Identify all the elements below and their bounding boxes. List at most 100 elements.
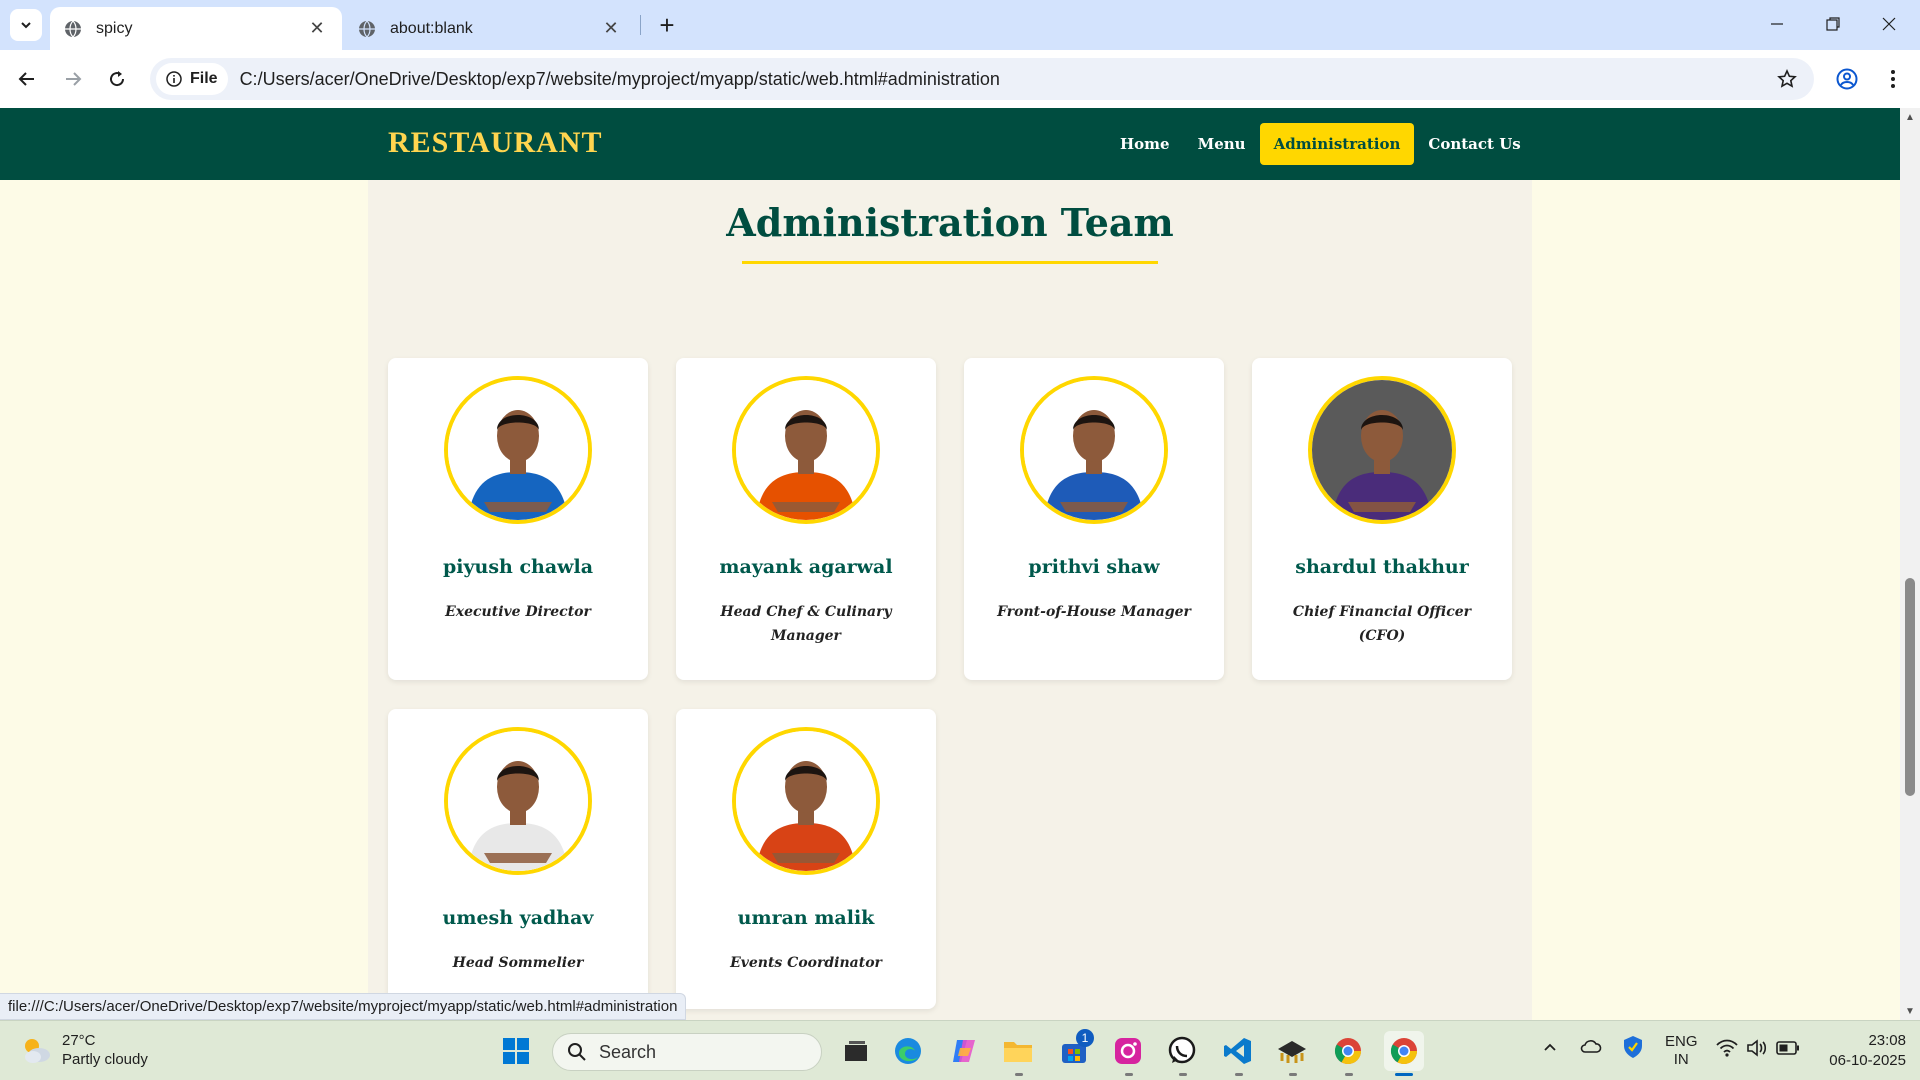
- member-name: umran malik: [737, 907, 875, 929]
- instagram-icon: [1115, 1038, 1141, 1064]
- clock-date: 06-10-2025: [1829, 1052, 1906, 1069]
- star-icon: [1777, 69, 1797, 88]
- tray-wifi[interactable]: [1716, 1039, 1738, 1061]
- close-window-button[interactable]: [1864, 8, 1914, 40]
- reload-button[interactable]: [100, 62, 134, 96]
- more-vertical-icon: [1891, 70, 1895, 88]
- brand-logo[interactable]: RESTAURANT: [388, 126, 602, 160]
- taskbar-vscode[interactable]: [1218, 1031, 1258, 1071]
- info-icon: [166, 71, 182, 87]
- weather-widget[interactable]: 27°C Partly cloudy: [20, 1031, 148, 1069]
- windows-icon: [503, 1038, 529, 1064]
- battery-icon: [1776, 1041, 1799, 1055]
- nav-menu[interactable]: Menu: [1184, 123, 1260, 165]
- member-photo: [732, 376, 880, 524]
- scroll-down-arrow[interactable]: ▼: [1904, 1006, 1916, 1018]
- running-indicator: [1179, 1073, 1187, 1076]
- folder-icon: [1004, 1042, 1032, 1062]
- scroll-up-arrow[interactable]: ▲: [1904, 112, 1916, 124]
- restore-button[interactable]: [1808, 8, 1858, 40]
- taskbar-chrome[interactable]: [1328, 1031, 1368, 1071]
- scroll-thumb[interactable]: [1905, 578, 1915, 796]
- profile-button[interactable]: [1830, 62, 1864, 96]
- more-menu-button[interactable]: [1876, 62, 1910, 96]
- minimize-icon: [1771, 23, 1783, 25]
- member-role: Front-of-House Manager: [997, 604, 1191, 620]
- member-role: Head Sommelier: [452, 955, 584, 971]
- chevron-down-icon: [21, 22, 31, 29]
- close-icon[interactable]: ✕: [600, 18, 622, 40]
- nav-contact-us[interactable]: Contact Us: [1414, 123, 1534, 165]
- close-icon: [1882, 17, 1896, 31]
- chrome-icon: [1334, 1038, 1362, 1065]
- nav-home[interactable]: Home: [1106, 123, 1184, 165]
- team-member-card: umran malik Events Coordinator: [676, 709, 936, 1009]
- close-icon[interactable]: ✕: [306, 18, 328, 40]
- tray-overflow[interactable]: [1542, 1039, 1558, 1059]
- site-menu: Home Menu Administration Contact Us: [1106, 123, 1535, 165]
- taskbar-copilot[interactable]: [944, 1031, 984, 1071]
- address-bar[interactable]: File C:/Users/acer/OneDrive/Desktop/exp7…: [150, 58, 1814, 100]
- taskbar-app-m[interactable]: [1272, 1031, 1312, 1071]
- taskbar-store[interactable]: 1: [1054, 1029, 1094, 1071]
- tray-security[interactable]: [1622, 1035, 1644, 1063]
- weather-desc: Partly cloudy: [62, 1051, 148, 1068]
- taskbar-file-explorer[interactable]: [998, 1031, 1038, 1071]
- tray-volume[interactable]: [1746, 1039, 1768, 1061]
- tray-language[interactable]: ENG IN: [1665, 1033, 1698, 1069]
- start-button[interactable]: [496, 1031, 536, 1071]
- taskbar-search[interactable]: Search: [552, 1033, 822, 1071]
- member-photo: [444, 727, 592, 875]
- browser-tab-bar: spicy ✕ about:blank ✕ +: [0, 0, 1920, 50]
- team-member-card: piyush chawla Executive Director: [388, 358, 648, 680]
- section-title: Administration Team: [726, 200, 1174, 245]
- running-indicator: [1015, 1073, 1023, 1076]
- taskbar: 27°C Partly cloudy Search 1 ENG IN 23:08…: [0, 1020, 1920, 1080]
- running-indicator: [1289, 1073, 1297, 1076]
- team-member-card: umesh yadhav Head Sommelier: [388, 709, 648, 1009]
- reload-icon: [110, 71, 125, 87]
- tab-search-button[interactable]: [10, 9, 42, 41]
- member-name: shardul thakhur: [1295, 556, 1469, 578]
- arrow-right-icon: [66, 72, 82, 86]
- running-indicator: [1345, 1073, 1353, 1076]
- new-tab-button[interactable]: +: [652, 10, 682, 40]
- site-info-chip[interactable]: File: [156, 63, 228, 95]
- whatsapp-icon: [1168, 1036, 1196, 1064]
- wifi-icon: [1716, 1039, 1738, 1057]
- taskbar-clock[interactable]: 23:08 06-10-2025: [1816, 1031, 1906, 1071]
- tray-battery[interactable]: [1776, 1041, 1800, 1059]
- active-indicator: [1395, 1073, 1413, 1076]
- member-photo: [732, 727, 880, 875]
- bookmark-button[interactable]: [1770, 62, 1804, 96]
- taskbar-chrome-active[interactable]: [1384, 1031, 1424, 1071]
- tray-onedrive[interactable]: [1580, 1037, 1602, 1059]
- task-view-button[interactable]: [836, 1031, 876, 1071]
- tab-about-blank[interactable]: about:blank ✕: [344, 7, 636, 50]
- cloud-icon: [1580, 1040, 1602, 1053]
- forward-button[interactable]: [56, 62, 90, 96]
- team-member-card: mayank agarwal Head Chef & Culinary Manag…: [676, 358, 936, 680]
- team-member-card: prithvi shaw Front-of-House Manager: [964, 358, 1224, 680]
- member-photo: [1308, 376, 1456, 524]
- page-scrollbar[interactable]: ▲ ▼: [1900, 108, 1920, 1020]
- taskbar-edge[interactable]: [888, 1031, 928, 1071]
- member-photo: [1020, 376, 1168, 524]
- taskbar-instagram[interactable]: [1108, 1031, 1148, 1071]
- url-text[interactable]: C:/Users/acer/OneDrive/Desktop/exp7/webs…: [240, 69, 1770, 90]
- taskbar-whatsapp[interactable]: [1162, 1031, 1202, 1071]
- member-name: mayank agarwal: [719, 556, 893, 578]
- page-viewport: RESTAURANT Home Menu Administration Cont…: [0, 108, 1900, 1020]
- back-button[interactable]: [10, 62, 44, 96]
- title-underline: [742, 261, 1158, 264]
- running-indicator: [1125, 1073, 1133, 1076]
- chrome-icon: [1390, 1038, 1418, 1065]
- minimize-button[interactable]: [1752, 8, 1802, 40]
- member-role: Events Coordinator: [730, 955, 882, 971]
- partly-cloudy-icon: [25, 1039, 50, 1063]
- tab-spicy[interactable]: spicy ✕: [50, 7, 342, 50]
- nav-administration[interactable]: Administration: [1259, 123, 1415, 165]
- region-label: IN: [1673, 1051, 1689, 1068]
- arrow-left-icon: [18, 72, 34, 86]
- tab-title: about:blank: [390, 19, 473, 37]
